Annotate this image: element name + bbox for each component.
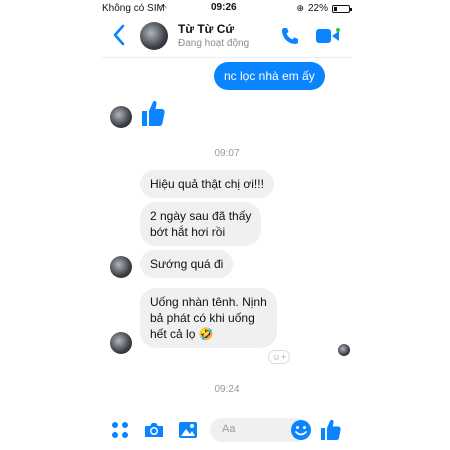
menu-dots-icon[interactable]	[110, 420, 130, 440]
clock: 09:26	[211, 2, 237, 13]
incoming-message[interactable]: 2 ngày sau đã thấy bớt hắt hơi rồi	[140, 202, 262, 246]
status-bar: Không có SIM ◠ 09:26 ⊕ 22%	[102, 0, 352, 16]
carrier-label: Không có SIM	[102, 3, 165, 14]
message-composer: Aa	[102, 408, 352, 450]
incoming-message[interactable]: Sướng quá đi	[140, 250, 234, 278]
camera-icon[interactable]	[144, 420, 164, 440]
timestamp: 09:07	[214, 148, 240, 159]
gallery-icon[interactable]	[178, 420, 198, 440]
status-right: ⊕ 22%	[296, 3, 352, 14]
like-icon[interactable]	[320, 418, 342, 442]
contact-name[interactable]: Từ Từ Cứ	[178, 22, 234, 36]
chat-header: Từ Từ Cứ Đang hoạt động	[102, 16, 352, 58]
emoji-icon[interactable]	[290, 419, 312, 441]
sender-avatar	[110, 332, 132, 354]
contact-avatar[interactable]	[140, 22, 168, 50]
add-reaction-icon[interactable]: ☺+	[268, 350, 290, 364]
battery-fill	[334, 6, 337, 11]
outgoing-message[interactable]: nc lọc nhà em ấy	[214, 62, 325, 90]
incoming-message[interactable]: Hiệu quả thật chị ơi!!!	[140, 170, 274, 198]
video-call-icon[interactable]	[316, 28, 340, 44]
back-icon[interactable]	[112, 24, 126, 46]
battery-icon	[332, 4, 352, 13]
presence-status: Đang hoạt động	[178, 38, 250, 49]
sender-avatar	[110, 256, 132, 278]
incoming-message[interactable]: Uống nhàn tênh. Nịnh bả phát có khi uống…	[140, 288, 277, 348]
orientation-lock-icon: ⊕	[296, 3, 304, 13]
message-input[interactable]: Aa	[210, 418, 311, 442]
wifi-icon: ◠	[159, 3, 167, 13]
phone-icon[interactable]	[280, 26, 300, 46]
timestamp: 09:24	[214, 384, 240, 395]
sender-avatar	[110, 106, 132, 128]
like-sticker-icon[interactable]	[140, 98, 166, 128]
message-input-placeholder: Aa	[222, 423, 236, 435]
battery-percent: 22%	[307, 3, 328, 14]
seen-receipt-avatar	[338, 344, 350, 356]
messenger-screen: Không có SIM ◠ 09:26 ⊕ 22% Từ Từ Cứ Đang…	[102, 0, 352, 450]
